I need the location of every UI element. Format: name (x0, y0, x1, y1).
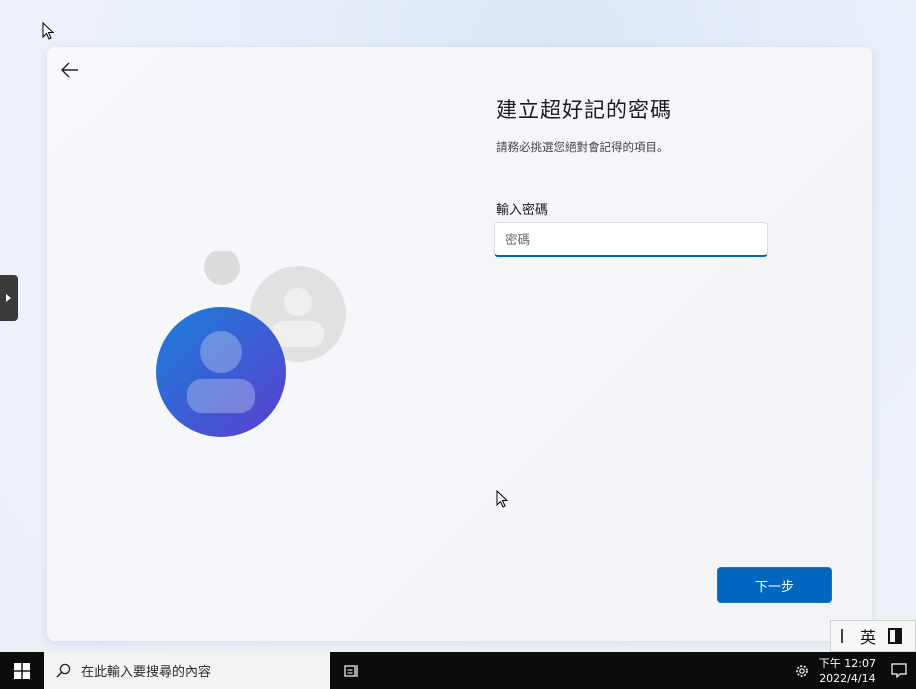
password-input[interactable] (494, 222, 768, 257)
start-button[interactable] (0, 652, 44, 689)
search-icon (56, 663, 71, 678)
ime-toolbar: 英 (830, 620, 916, 652)
side-panel-handle[interactable] (0, 275, 18, 321)
windows-logo-icon (14, 662, 30, 679)
back-arrow-icon (61, 62, 78, 78)
clock-time: 下午 12:07 (818, 656, 876, 670)
back-button[interactable] (57, 57, 83, 83)
taskbar-clock[interactable]: 下午 12:07 2022/4/14 (819, 656, 876, 686)
taskbar: 在此輸入要搜尋的內容 下午 12:07 2022/4/14 (0, 652, 916, 689)
user-accounts-illustration (156, 251, 346, 437)
task-view-button[interactable] (330, 652, 374, 689)
taskbar-search-box[interactable]: 在此輸入要搜尋的內容 (44, 652, 330, 689)
clock-date: 2022/4/14 (819, 671, 876, 685)
password-label: 輸入密碼 (496, 203, 549, 218)
gear-icon[interactable] (793, 662, 811, 680)
arrow-cursor-icon (496, 490, 508, 508)
ime-half-full-width-icon[interactable] (888, 628, 903, 644)
notification-icon (891, 663, 907, 678)
ime-grip-handle[interactable] (841, 629, 843, 643)
page-title: 建立超好記的密碼 (496, 98, 672, 122)
page-subtitle: 請務必挑選您絕對會記得的項目。 (496, 140, 669, 154)
system-tray: 下午 12:07 2022/4/14 (793, 652, 916, 689)
task-view-icon (344, 664, 358, 677)
notification-center-button[interactable] (886, 652, 912, 689)
ime-mode-toggle[interactable]: 英 (860, 624, 876, 648)
arrow-cursor-icon (42, 22, 54, 40)
search-placeholder: 在此輸入要搜尋的內容 (81, 665, 212, 680)
oobe-window: 建立超好記的密碼 請務必挑選您絕對會記得的項目。 輸入密碼 下一步 (47, 47, 872, 641)
next-button[interactable]: 下一步 (717, 567, 832, 603)
